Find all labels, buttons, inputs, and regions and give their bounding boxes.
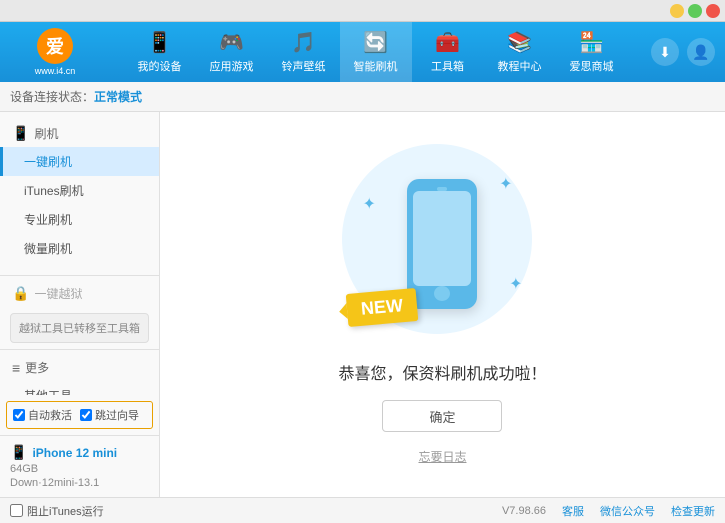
skip-wizard-label: 跳过向导 bbox=[95, 407, 139, 423]
sidebar-divider-2 bbox=[0, 349, 159, 350]
sidebar: 📱 刷机 一键刷机 iTunes刷机 专业刷机 微量刷机 🔒 bbox=[0, 112, 160, 497]
my-device-icon: 📱 bbox=[147, 30, 172, 55]
nav-apps-games[interactable]: 🎮 应用游戏 bbox=[196, 22, 268, 82]
smart-flash-icon: 🔄 bbox=[363, 30, 388, 55]
apps-games-icon: 🎮 bbox=[219, 30, 244, 55]
ringtone-icon: 🎵 bbox=[291, 30, 316, 55]
flash-section: 📱 刷机 一键刷机 iTunes刷机 专业刷机 微量刷机 bbox=[0, 112, 159, 271]
nav-tutorial[interactable]: 📚 教程中心 bbox=[484, 22, 556, 82]
nav-tutorial-label: 教程中心 bbox=[498, 58, 542, 74]
toolbox-icon: 🧰 bbox=[435, 30, 460, 55]
sidebar-checks: 自动救活 跳过向导 bbox=[6, 401, 153, 429]
nav-items: 📱 我的设备 🎮 应用游戏 🎵 铃声壁纸 🔄 智能刷机 🧰 工具箱 📚 教程中心… bbox=[100, 22, 651, 82]
skip-wizard-checkbox[interactable] bbox=[80, 409, 92, 421]
lock-section-header: 🔒 一键越狱 bbox=[0, 280, 159, 307]
skip-wizard-check[interactable]: 跳过向导 bbox=[80, 407, 139, 423]
check-update-link[interactable]: 检查更新 bbox=[671, 503, 715, 519]
nav-toolbox[interactable]: 🧰 工具箱 bbox=[412, 22, 484, 82]
customer-service-link[interactable]: 客服 bbox=[562, 503, 584, 519]
logo-site: www.i4.cn bbox=[35, 66, 76, 76]
nav-smart-flash-label: 智能刷机 bbox=[354, 58, 398, 74]
sidebar-scroll: 📱 刷机 一键刷机 iTunes刷机 专业刷机 微量刷机 🔒 bbox=[0, 112, 159, 395]
title-bar bbox=[0, 0, 725, 22]
device-firmware: Down·12mini-13.1 bbox=[10, 477, 149, 489]
user-btn[interactable]: 👤 bbox=[687, 38, 715, 66]
new-badge: NEW bbox=[346, 288, 419, 327]
sparkle-bottom-right: ✦ bbox=[509, 274, 522, 294]
status-label: 设备连接状态： bbox=[10, 88, 94, 105]
lock-label: 一键越狱 bbox=[34, 285, 82, 302]
mall-icon: 🏪 bbox=[579, 30, 604, 55]
sparkle-top-right: ✦ bbox=[499, 174, 512, 194]
sidebar-item-other-tools[interactable]: 其他工具 bbox=[0, 381, 159, 395]
more-section-header: ≡ 更多 bbox=[0, 354, 159, 381]
close-btn[interactable] bbox=[706, 4, 720, 18]
itunes-checkbox[interactable] bbox=[10, 504, 23, 517]
device-storage: 64GB bbox=[10, 463, 149, 475]
sidebar-item-pro-flash[interactable]: 专业刷机 bbox=[0, 205, 159, 234]
nav-apps-games-label: 应用游戏 bbox=[210, 58, 254, 74]
device-area: 📱 iPhone 12 mini 64GB Down·12mini-13.1 bbox=[0, 435, 159, 497]
more-section-label: 更多 bbox=[25, 359, 49, 376]
maximize-btn[interactable] bbox=[688, 4, 702, 18]
phone-illustration: ✦ ✦ ✦ NEW bbox=[342, 144, 542, 344]
logo-area[interactable]: 爱 www.i4.cn bbox=[10, 28, 100, 76]
sidebar-notice: 越狱工具已转移至工具箱 bbox=[10, 313, 149, 343]
minimize-btn[interactable] bbox=[670, 4, 684, 18]
success-area: ✦ ✦ ✦ NEW 恭喜您，保资料刷机成功啦！ 确定 忘要日志 bbox=[338, 144, 546, 465]
phone-home-btn bbox=[434, 286, 450, 301]
logo-icon: 爱 bbox=[37, 28, 73, 64]
download-btn[interactable]: ⬇ bbox=[651, 38, 679, 66]
nav-ringtone-label: 铃声壁纸 bbox=[282, 58, 326, 74]
itunes-label: 阻止iTunes运行 bbox=[27, 503, 104, 519]
tutorial-icon: 📚 bbox=[507, 30, 532, 55]
nav-toolbox-label: 工具箱 bbox=[431, 58, 464, 74]
nav-my-device-label: 我的设备 bbox=[138, 58, 182, 74]
status-bar: 设备连接状态： 正常模式 bbox=[0, 82, 725, 112]
device-name: iPhone 12 mini bbox=[32, 446, 117, 460]
flash-section-icon: 📱 bbox=[12, 125, 29, 142]
sidebar-divider-1 bbox=[0, 275, 159, 276]
auto-rescue-checkbox[interactable] bbox=[13, 409, 25, 421]
main-content: ✦ ✦ ✦ NEW 恭喜您，保资料刷机成功啦！ 确定 忘要日志 bbox=[160, 112, 725, 497]
bottom-bar: 阻止iTunes运行 V7.98.66 客服 微信公众号 检查更新 bbox=[0, 497, 725, 523]
phone-screen bbox=[413, 191, 471, 286]
auto-rescue-label: 自动救活 bbox=[28, 407, 72, 423]
more-icon: ≡ bbox=[12, 360, 20, 376]
sidebar-item-micro-flash[interactable]: 微量刷机 bbox=[0, 234, 159, 263]
success-title: 恭喜您，保资料刷机成功啦！ bbox=[338, 360, 546, 384]
device-phone-icon: 📱 bbox=[10, 444, 27, 461]
header: 爱 www.i4.cn 📱 我的设备 🎮 应用游戏 🎵 铃声壁纸 🔄 智能刷机 … bbox=[0, 22, 725, 82]
bottom-left: 阻止iTunes运行 bbox=[10, 503, 104, 519]
header-right: ⬇ 👤 bbox=[651, 38, 715, 66]
itunes-running[interactable]: 阻止iTunes运行 bbox=[10, 503, 104, 519]
flash-section-label: 刷机 bbox=[34, 125, 58, 142]
status-value: 正常模式 bbox=[94, 88, 142, 105]
wechat-link[interactable]: 微信公众号 bbox=[600, 503, 655, 519]
re-flash-link[interactable]: 忘要日志 bbox=[418, 448, 466, 465]
phone-shape bbox=[407, 179, 477, 309]
nav-ringtone[interactable]: 🎵 铃声壁纸 bbox=[268, 22, 340, 82]
version-text: V7.98.66 bbox=[502, 505, 546, 517]
bottom-right: V7.98.66 客服 微信公众号 检查更新 bbox=[502, 503, 715, 519]
sidebar-item-one-key-flash[interactable]: 一键刷机 bbox=[0, 147, 159, 176]
nav-smart-flash[interactable]: 🔄 智能刷机 bbox=[340, 22, 412, 82]
sparkle-top-left: ✦ bbox=[362, 194, 375, 214]
confirm-button[interactable]: 确定 bbox=[382, 400, 502, 432]
sidebar-item-itunes-flash[interactable]: iTunes刷机 bbox=[0, 176, 159, 205]
flash-section-header: 📱 刷机 bbox=[0, 120, 159, 147]
nav-my-device[interactable]: 📱 我的设备 bbox=[124, 22, 196, 82]
nav-mall-label: 爱思商城 bbox=[570, 58, 614, 74]
auto-rescue-check[interactable]: 自动救活 bbox=[13, 407, 72, 423]
lock-icon: 🔒 bbox=[12, 285, 29, 302]
main-layout: 📱 刷机 一键刷机 iTunes刷机 专业刷机 微量刷机 🔒 bbox=[0, 112, 725, 497]
nav-mall[interactable]: 🏪 爱思商城 bbox=[556, 22, 628, 82]
